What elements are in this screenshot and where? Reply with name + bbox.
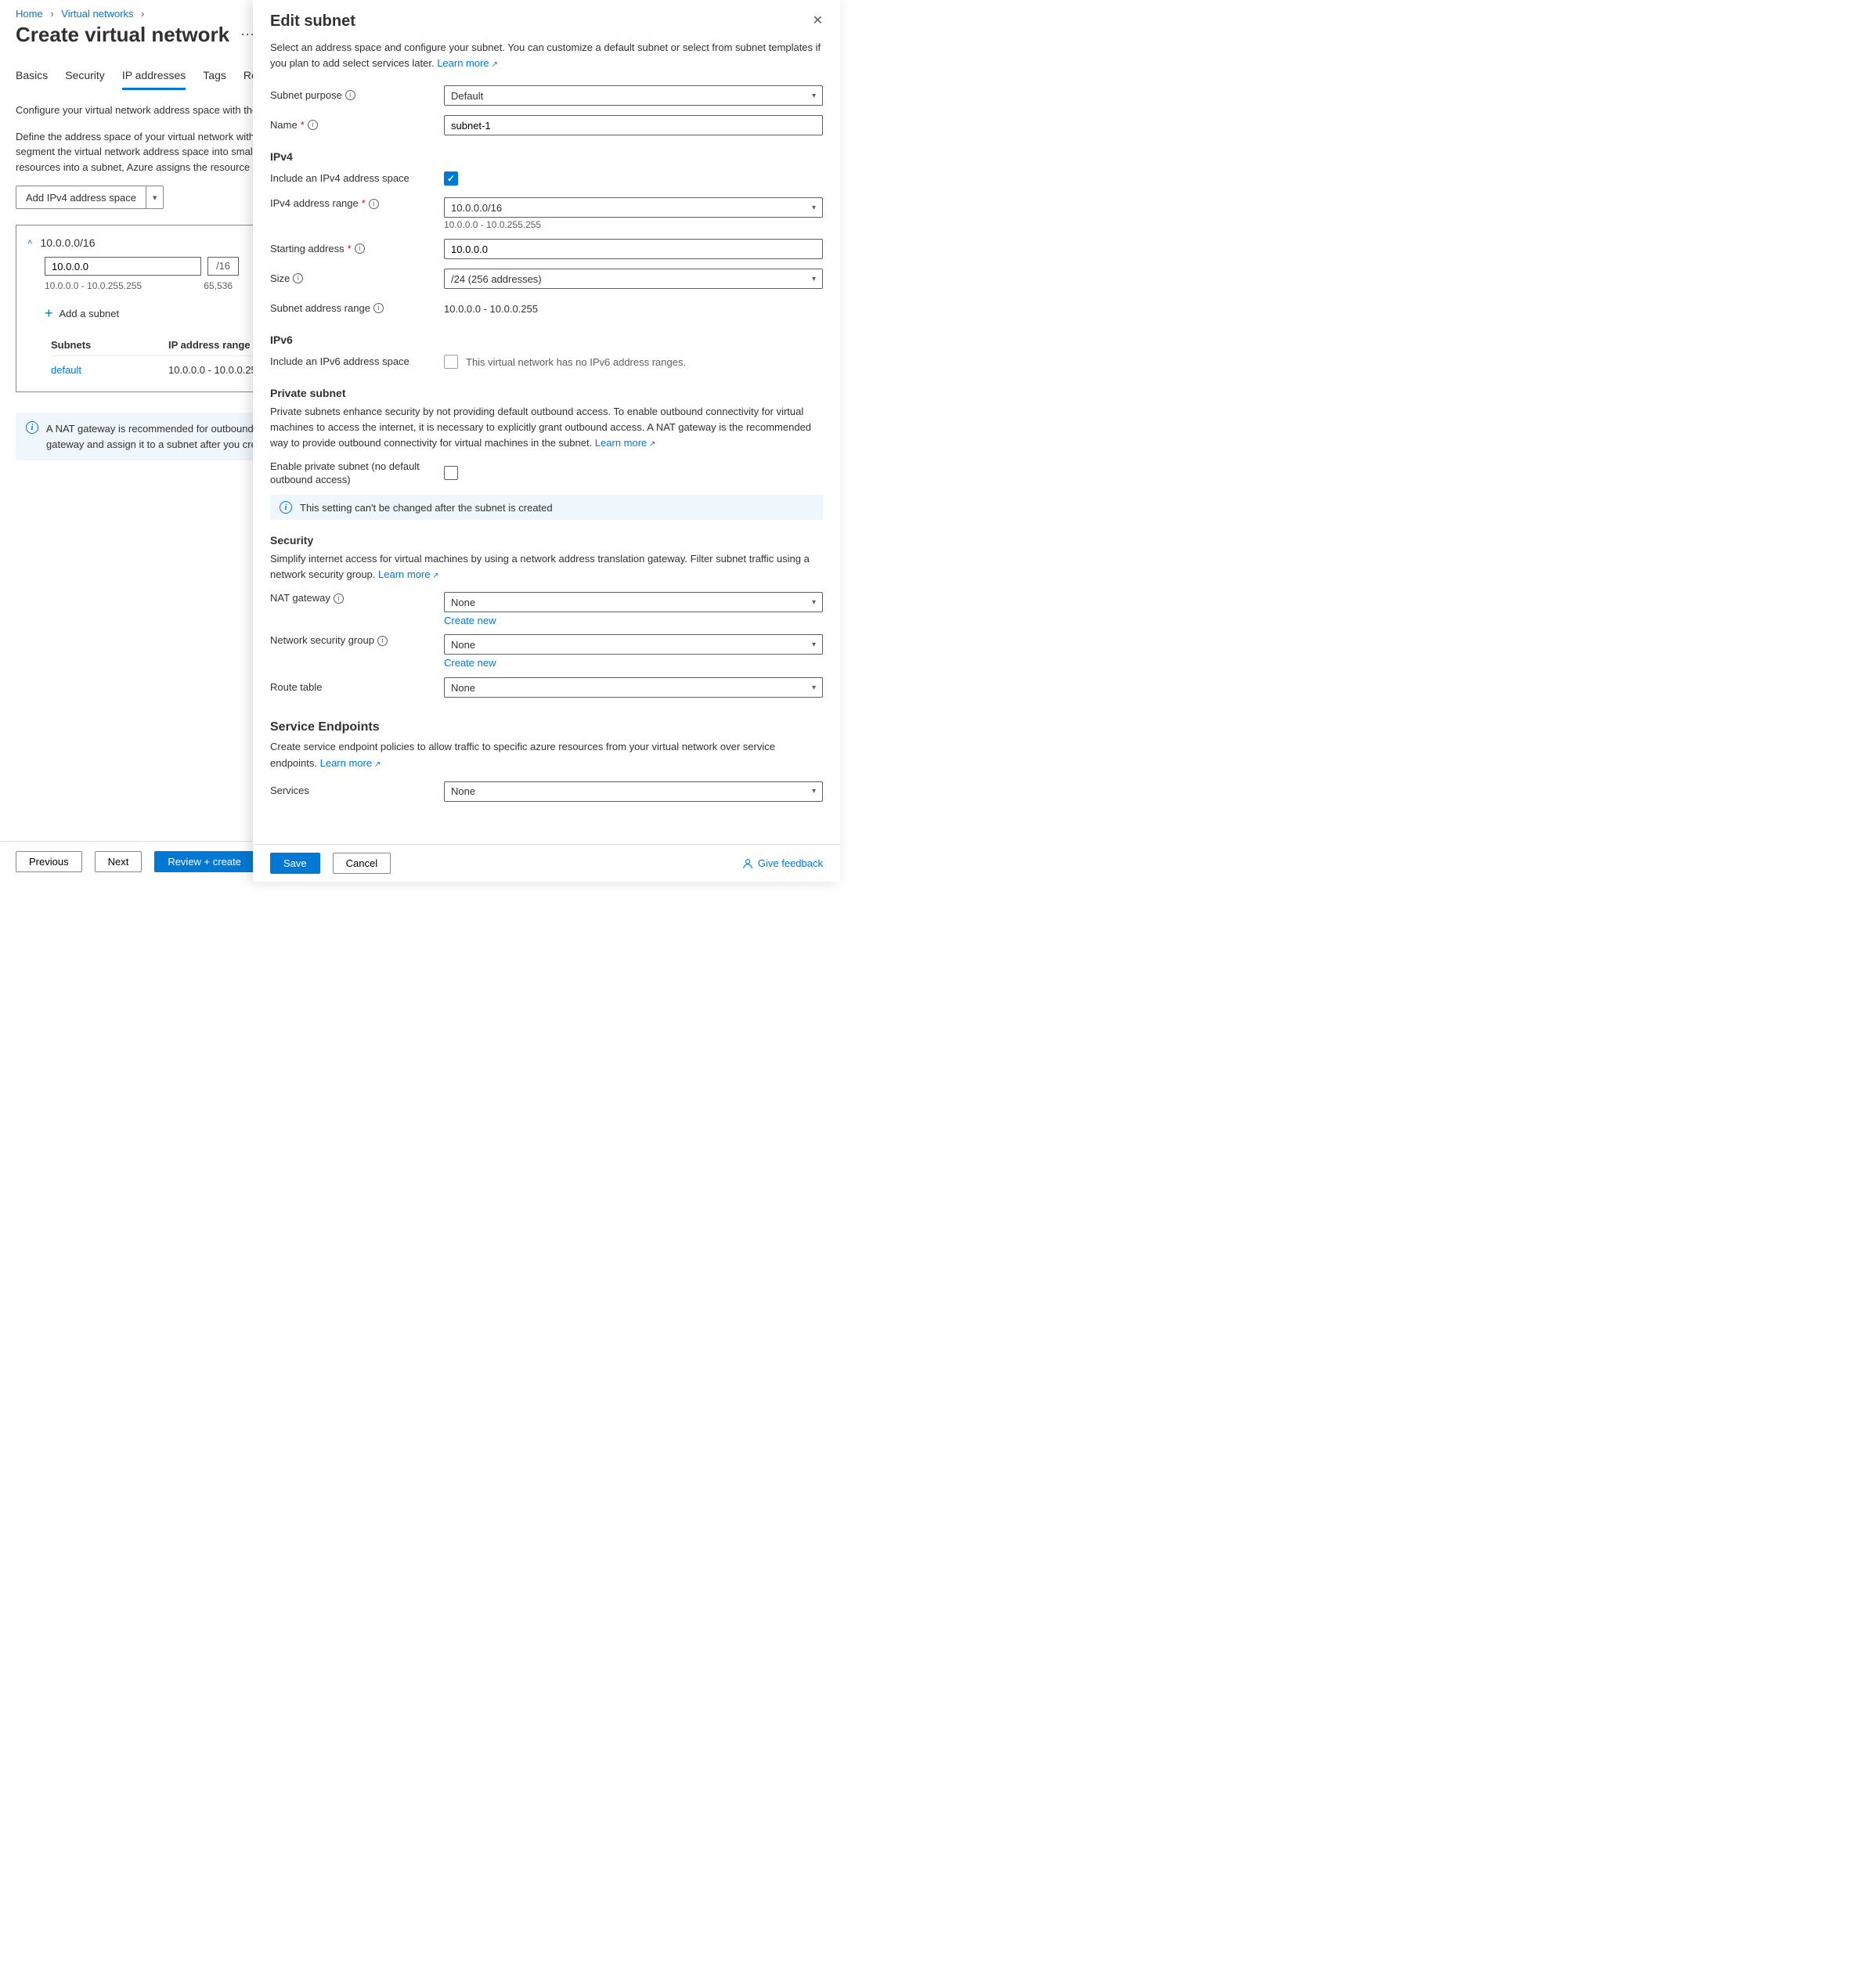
chevron-down-icon: ▾ — [812, 92, 816, 100]
tab-security[interactable]: Security — [65, 69, 105, 90]
panel-footer: Save Cancel Give feedback — [253, 844, 840, 882]
info-icon: i — [26, 421, 38, 434]
info-icon[interactable]: i — [293, 273, 303, 283]
starting-address-input[interactable] — [444, 239, 823, 259]
breadcrumb-home[interactable]: Home — [16, 8, 43, 20]
info-icon[interactable]: i — [373, 303, 384, 313]
security-heading: Security — [270, 534, 823, 547]
info-icon[interactable]: i — [355, 244, 365, 254]
size-select[interactable]: /24 (256 addresses)▾ — [444, 269, 823, 289]
edit-subnet-panel: Edit subnet ✕ Select an address space an… — [253, 0, 840, 882]
nat-gateway-select[interactable]: None▾ — [444, 592, 823, 612]
learn-more-service-endpoints[interactable]: Learn more — [320, 757, 381, 769]
chevron-down-icon: ▾ — [812, 787, 816, 796]
service-endpoints-desc: Create service endpoint policies to allo… — [270, 739, 823, 770]
ipv4-range-label: IPv4 address range* i — [270, 197, 444, 211]
services-label: Services — [270, 785, 444, 798]
services-select[interactable]: None▾ — [444, 781, 823, 802]
enable-private-checkbox[interactable] — [444, 466, 458, 480]
info-icon[interactable]: i — [369, 199, 379, 209]
breadcrumb-vnets[interactable]: Virtual networks — [61, 8, 133, 20]
info-icon[interactable]: i — [308, 120, 318, 130]
nat-gateway-label: NAT gateway i — [270, 592, 444, 605]
review-create-button[interactable]: Review + create — [154, 851, 254, 872]
address-space-title: 10.0.0.0/16 — [40, 236, 95, 249]
name-input[interactable] — [444, 115, 823, 135]
private-subnet-desc: Private subnets enhance security by not … — [270, 404, 823, 451]
subnet-range-label: Subnet address range i — [270, 302, 444, 316]
page-title: Create virtual network — [16, 23, 229, 47]
subnet-default-link[interactable]: default — [51, 364, 81, 376]
panel-title: Edit subnet — [270, 13, 355, 31]
info-icon: i — [280, 501, 292, 514]
nsg-label: Network security group i — [270, 634, 444, 648]
chevron-down-icon[interactable]: ▾ — [146, 193, 164, 203]
chevron-down-icon: ▾ — [812, 598, 816, 607]
include-ipv6-checkbox — [444, 355, 458, 369]
ipv4-range-select[interactable]: 10.0.0.0/16▾ — [444, 197, 823, 218]
add-ipv4-address-space-button[interactable]: Add IPv4 address space ▾ — [16, 186, 164, 209]
subnet-purpose-label: Subnet purpose i — [270, 89, 444, 103]
person-icon — [742, 858, 753, 869]
include-ipv6-label: Include an IPv6 address space — [270, 355, 444, 369]
route-table-select[interactable]: None▾ — [444, 677, 823, 698]
starting-address-label: Starting address* i — [270, 243, 444, 256]
service-endpoints-heading: Service Endpoints — [270, 720, 823, 734]
security-desc: Simplify internet access for virtual mac… — [270, 551, 823, 583]
address-count: 65,536 — [204, 280, 233, 291]
ipv4-range-helper: 10.0.0.0 - 10.0.255.255 — [444, 219, 823, 230]
breadcrumb-sep-2: › — [141, 8, 144, 20]
chevron-down-icon: ▾ — [812, 640, 816, 649]
info-icon[interactable]: i — [334, 594, 344, 604]
learn-more-subnet[interactable]: Learn more — [437, 57, 498, 69]
close-icon[interactable]: ✕ — [813, 13, 823, 28]
subnet-purpose-select[interactable]: Default▾ — [444, 85, 823, 106]
address-size-select[interactable]: /16 — [207, 257, 239, 276]
private-subnet-warning: i This setting can't be changed after th… — [270, 495, 823, 520]
tab-ip-addresses[interactable]: IP addresses — [122, 69, 186, 90]
name-label: Name* i — [270, 119, 444, 132]
give-feedback-link[interactable]: Give feedback — [742, 857, 823, 869]
include-ipv4-label: Include an IPv4 address space — [270, 172, 444, 186]
subnet-range-value: 10.0.0.0 - 10.0.0.255 — [444, 303, 538, 315]
private-subnet-heading: Private subnet — [270, 387, 823, 399]
chevron-down-icon: ▾ — [812, 204, 816, 212]
learn-more-security[interactable]: Learn more — [378, 568, 439, 580]
nsg-select[interactable]: None▾ — [444, 634, 823, 655]
info-icon[interactable]: i — [345, 90, 355, 100]
breadcrumb-sep-1: › — [50, 8, 53, 20]
save-button[interactable]: Save — [270, 853, 320, 874]
create-new-nat[interactable]: Create new — [444, 615, 823, 626]
next-button[interactable]: Next — [95, 851, 143, 872]
previous-button[interactable]: Previous — [16, 851, 82, 872]
create-new-nsg[interactable]: Create new — [444, 657, 823, 669]
learn-more-private[interactable]: Learn more — [595, 437, 656, 449]
chevron-down-icon: ▾ — [812, 275, 816, 283]
enable-private-label: Enable private subnet (no default outbou… — [270, 460, 444, 487]
info-icon[interactable]: i — [377, 636, 388, 646]
subnets-col-name: Subnets — [51, 339, 168, 351]
address-ip-input[interactable] — [45, 257, 201, 276]
plus-icon: + — [45, 305, 53, 322]
tab-basics[interactable]: Basics — [16, 69, 48, 90]
ipv4-heading: IPv4 — [270, 150, 823, 163]
size-label: Size i — [270, 272, 444, 286]
address-range-text: 10.0.0.0 - 10.0.255.255 — [45, 280, 142, 291]
panel-intro: Select an address space and configure yo… — [270, 40, 823, 70]
ipv6-note: This virtual network has no IPv6 address… — [466, 356, 686, 368]
collapse-icon[interactable]: ˄ — [27, 238, 32, 247]
include-ipv4-checkbox[interactable] — [444, 171, 458, 186]
ipv6-heading: IPv6 — [270, 334, 823, 346]
add-ipv4-label: Add IPv4 address space — [16, 192, 146, 204]
cancel-button[interactable]: Cancel — [333, 853, 391, 874]
route-table-label: Route table — [270, 681, 444, 695]
chevron-down-icon: ▾ — [812, 684, 816, 692]
tab-tags[interactable]: Tags — [203, 69, 226, 90]
